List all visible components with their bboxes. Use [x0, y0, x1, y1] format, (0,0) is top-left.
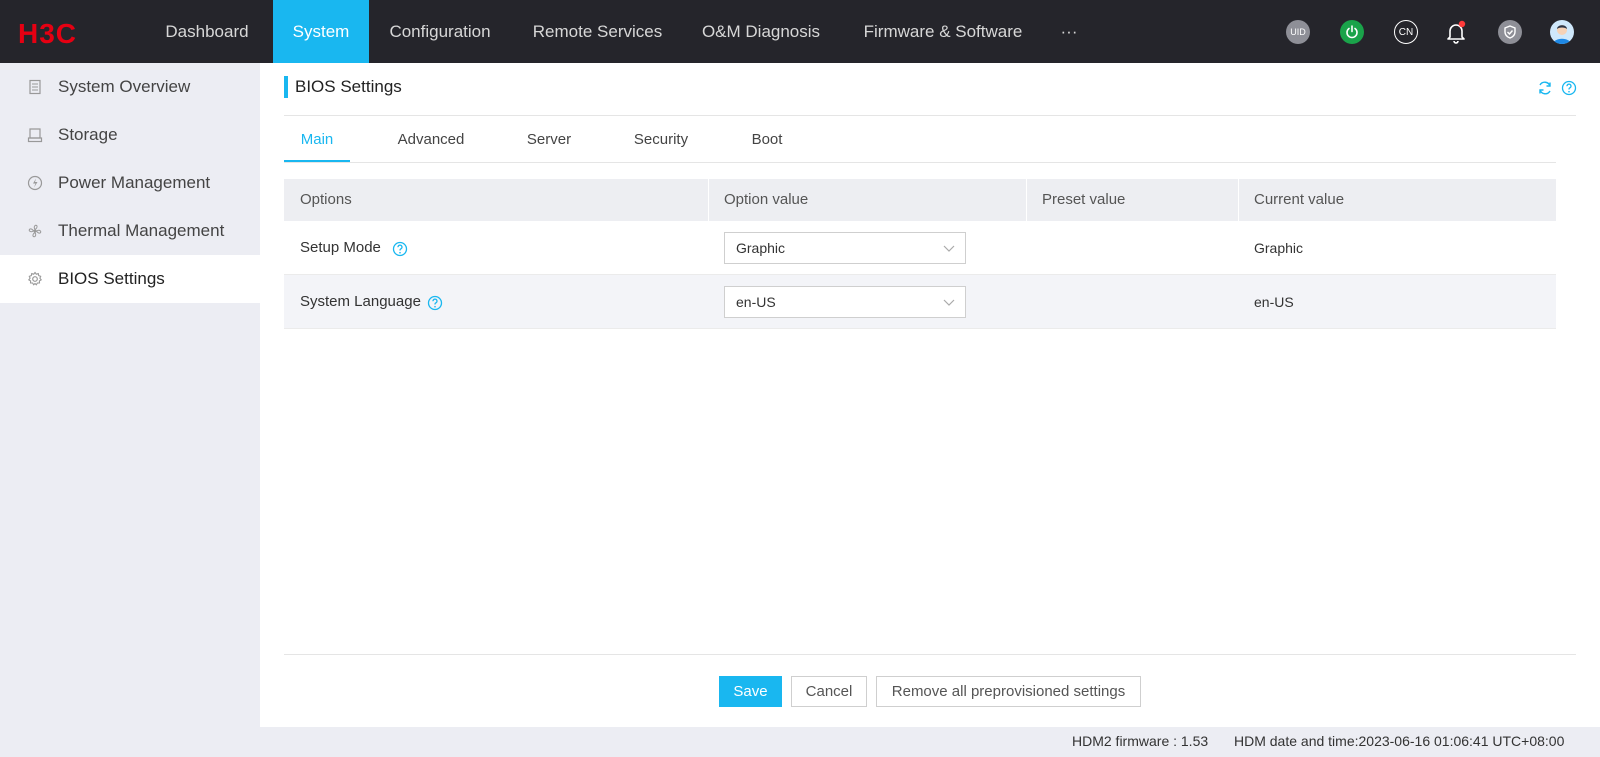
help-icon[interactable] [427, 295, 443, 311]
drive-icon [27, 128, 43, 143]
remove-all-preprovisioned-button[interactable]: Remove all preprovisioned settings [876, 676, 1141, 707]
power-symbol-icon [1346, 25, 1358, 39]
page-title-accent [284, 76, 288, 98]
user-avatar-icon[interactable] [1550, 20, 1574, 44]
help-icon[interactable] [392, 241, 408, 257]
select-value: Graphic [736, 240, 786, 256]
column-header-options: Options [300, 191, 352, 208]
sidebar-item-storage[interactable]: Storage [0, 111, 260, 159]
sidebar: System Overview Storage Power Management… [0, 63, 260, 727]
save-button[interactable]: Save [719, 676, 782, 707]
option-name: System Language [300, 293, 421, 310]
power-icon[interactable] [1340, 20, 1364, 44]
sidebar-item-thermal-management[interactable]: Thermal Management [0, 207, 260, 255]
gear-icon [27, 271, 43, 286]
nav-dashboard[interactable]: Dashboard [148, 0, 266, 63]
sidebar-item-label: System Overview [58, 77, 191, 96]
nav-configuration[interactable]: Configuration [369, 0, 511, 63]
title-divider [284, 115, 1576, 116]
option-name: Setup Mode [300, 239, 381, 256]
bell-icon[interactable] [1444, 20, 1468, 44]
svg-text:H3C: H3C [18, 20, 77, 46]
column-header-preset-value: Preset value [1042, 191, 1126, 208]
system-language-select[interactable]: en-US [724, 286, 966, 318]
current-value: en-US [1254, 294, 1294, 310]
table-row: System Language en-US en-US [284, 275, 1556, 329]
refresh-icon[interactable] [1537, 80, 1553, 96]
security-shield-icon [1504, 25, 1516, 39]
footer-divider [284, 654, 1576, 655]
sidebar-item-label: Storage [58, 125, 118, 144]
sidebar-item-label: Power Management [58, 173, 211, 192]
sidebar-item-power-management[interactable]: Power Management [0, 159, 260, 207]
document-icon [29, 79, 41, 95]
nav-firmware-software[interactable]: Firmware & Software [849, 0, 1037, 63]
cancel-button[interactable]: Cancel [791, 676, 867, 707]
sidebar-item-system-overview[interactable]: System Overview [0, 63, 260, 111]
nav-system[interactable]: System [273, 0, 369, 63]
notification-bell-icon [1447, 20, 1466, 44]
table-header: Options Option value Preset value Curren… [284, 179, 1556, 221]
hdm-datetime: HDM date and time:2023-06-16 01:06:41 UT… [1234, 733, 1565, 749]
uid-icon[interactable]: UID [1286, 20, 1310, 44]
status-bar: HDM2 firmware : 1.53 HDM date and time:2… [0, 727, 1600, 757]
chevron-down-icon [943, 245, 955, 252]
table-row: Setup Mode Graphic Graphic [284, 221, 1556, 275]
h3c-logo[interactable]: H3C [18, 20, 114, 46]
current-value: Graphic [1254, 240, 1304, 256]
nav-remote-services[interactable]: Remote Services [520, 0, 675, 63]
power-bolt-icon [27, 175, 43, 191]
top-navigation-bar: H3C Dashboard System Configuration Remot… [0, 0, 1600, 63]
firmware-version: HDM2 firmware : 1.53 [1072, 733, 1209, 749]
column-header-option-value: Option value [724, 191, 809, 208]
sidebar-item-label: Thermal Management [58, 221, 225, 240]
tab-advanced[interactable]: Advanced [388, 128, 474, 162]
tab-boot[interactable]: Boot [736, 128, 798, 162]
tabs-divider [284, 162, 1556, 163]
nav-om-diagnosis[interactable]: O&M Diagnosis [686, 0, 836, 63]
tab-server[interactable]: Server [512, 128, 586, 162]
shield-icon[interactable] [1498, 20, 1522, 44]
setup-mode-select[interactable]: Graphic [724, 232, 966, 264]
fan-icon [28, 224, 42, 238]
sidebar-item-label: BIOS Settings [58, 269, 165, 288]
select-value: en-US [736, 294, 776, 310]
page-title: BIOS Settings [295, 77, 402, 96]
chevron-down-icon [943, 299, 955, 306]
help-icon[interactable] [1561, 80, 1577, 96]
tab-security[interactable]: Security [624, 128, 698, 162]
nav-more-menu[interactable]: ··· [1048, 0, 1090, 63]
avatar-figure-icon [1553, 25, 1571, 44]
column-header-current-value: Current value [1254, 191, 1345, 208]
tab-main[interactable]: Main [284, 128, 350, 162]
language-icon[interactable]: CN [1394, 20, 1418, 44]
sidebar-item-bios-settings[interactable]: BIOS Settings [0, 255, 260, 303]
